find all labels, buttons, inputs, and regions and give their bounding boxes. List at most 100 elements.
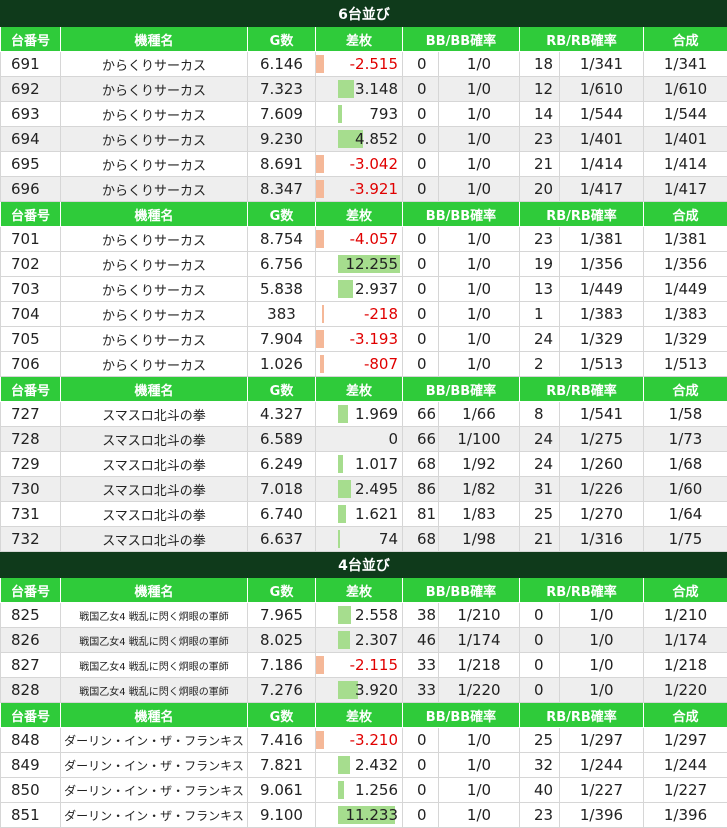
column-header: 機種名 bbox=[61, 202, 248, 227]
diff-medals-cell: -3.921 bbox=[316, 177, 403, 202]
bb-count-cell: 0 bbox=[403, 152, 439, 177]
diff-medals-cell: 793 bbox=[316, 102, 403, 127]
rb-count-cell: 21 bbox=[520, 152, 560, 177]
bb-probability-cell: 1/220 bbox=[439, 678, 520, 703]
game-count-cell: 7.276 bbox=[248, 678, 316, 703]
column-header: G数 bbox=[248, 27, 316, 52]
bb-probability-cell: 1/218 bbox=[439, 653, 520, 678]
column-header: 台番号 bbox=[1, 202, 61, 227]
combined-probability-cell: 1/64 bbox=[644, 502, 727, 527]
column-header: 差枚 bbox=[316, 703, 403, 728]
column-header: 機種名 bbox=[61, 578, 248, 603]
machine-number-cell: 825 bbox=[1, 603, 61, 628]
diff-value: -807 bbox=[364, 355, 398, 373]
machine-number-cell: 826 bbox=[1, 628, 61, 653]
diff-medals-cell: 12.255 bbox=[316, 252, 403, 277]
rb-probability-cell: 1/513 bbox=[560, 352, 644, 377]
column-header: 合成 bbox=[644, 578, 727, 603]
column-header-row: 台番号機種名G数差枚BB/BB確率RB/RB確率合成 bbox=[1, 703, 727, 728]
bb-count-cell: 0 bbox=[403, 177, 439, 202]
diff-value: -3.193 bbox=[350, 330, 398, 348]
rb-count-cell: 32 bbox=[520, 753, 560, 778]
rb-probability-cell: 1/260 bbox=[560, 452, 644, 477]
section-title-row: 6台並び bbox=[1, 1, 727, 27]
machine-number-cell: 694 bbox=[1, 127, 61, 152]
rb-count-cell: 23 bbox=[520, 803, 560, 828]
game-count-cell: 6.756 bbox=[248, 252, 316, 277]
game-count-cell: 7.323 bbox=[248, 77, 316, 102]
rb-probability-cell: 1/0 bbox=[560, 603, 644, 628]
table-row: 727スマスロ北斗の拳4.3271.969661/6681/5411/58 bbox=[1, 402, 727, 427]
table-row: 730スマスロ北斗の拳7.0182.495861/82311/2261/60 bbox=[1, 477, 727, 502]
rb-probability-cell: 1/270 bbox=[560, 502, 644, 527]
game-count-cell: 9.061 bbox=[248, 778, 316, 803]
diff-value: 793 bbox=[369, 105, 398, 123]
machine-name-cell: スマスロ北斗の拳 bbox=[61, 452, 248, 477]
rb-count-cell: 2 bbox=[520, 352, 560, 377]
rb-count-cell: 13 bbox=[520, 277, 560, 302]
bb-probability-cell: 1/0 bbox=[439, 327, 520, 352]
column-header: 合成 bbox=[644, 703, 727, 728]
table-row: 701からくりサーカス8.754-4.05701/0231/3811/381 bbox=[1, 227, 727, 252]
machine-name-cell: からくりサーカス bbox=[61, 77, 248, 102]
table-row: 729スマスロ北斗の拳6.2491.017681/92241/2601/68 bbox=[1, 452, 727, 477]
diff-medals-cell: 74 bbox=[316, 527, 403, 552]
machine-number-cell: 691 bbox=[1, 52, 61, 77]
diff-value: 0 bbox=[388, 430, 398, 448]
machine-name-cell: ダーリン・イン・ザ・フランキス bbox=[61, 803, 248, 828]
bb-count-cell: 0 bbox=[403, 227, 439, 252]
column-header: 台番号 bbox=[1, 703, 61, 728]
machine-number-cell: 849 bbox=[1, 753, 61, 778]
bb-probability-cell: 1/0 bbox=[439, 352, 520, 377]
rb-count-cell: 14 bbox=[520, 102, 560, 127]
bb-probability-cell: 1/66 bbox=[439, 402, 520, 427]
diff-value: 1.969 bbox=[355, 405, 398, 423]
machine-number-cell: 731 bbox=[1, 502, 61, 527]
column-header: RB/RB確率 bbox=[520, 202, 644, 227]
table-row: 691からくりサーカス6.146-2.51501/0181/3411/341 bbox=[1, 52, 727, 77]
game-count-cell: 7.609 bbox=[248, 102, 316, 127]
bb-probability-cell: 1/0 bbox=[439, 753, 520, 778]
diff-bar bbox=[338, 105, 342, 123]
rb-probability-cell: 1/0 bbox=[560, 628, 644, 653]
machine-name-cell: からくりサーカス bbox=[61, 327, 248, 352]
table-row: 728スマスロ北斗の拳6.5890661/100241/2751/73 bbox=[1, 427, 727, 452]
column-header: 合成 bbox=[644, 27, 727, 52]
combined-probability-cell: 1/417 bbox=[644, 177, 727, 202]
diff-medals-cell: -2.515 bbox=[316, 52, 403, 77]
diff-medals-cell: 1.017 bbox=[316, 452, 403, 477]
bb-count-cell: 86 bbox=[403, 477, 439, 502]
combined-probability-cell: 1/610 bbox=[644, 77, 727, 102]
game-count-cell: 7.904 bbox=[248, 327, 316, 352]
bb-probability-cell: 1/0 bbox=[439, 277, 520, 302]
bb-count-cell: 0 bbox=[403, 778, 439, 803]
diff-value: 2.558 bbox=[355, 606, 398, 624]
machine-number-cell: 696 bbox=[1, 177, 61, 202]
bb-probability-cell: 1/0 bbox=[439, 302, 520, 327]
rb-count-cell: 0 bbox=[520, 628, 560, 653]
rb-probability-cell: 1/401 bbox=[560, 127, 644, 152]
diff-bar bbox=[338, 455, 343, 473]
rb-count-cell: 23 bbox=[520, 127, 560, 152]
machine-number-cell: 693 bbox=[1, 102, 61, 127]
machine-name-cell: スマスロ北斗の拳 bbox=[61, 427, 248, 452]
combined-probability-cell: 1/449 bbox=[644, 277, 727, 302]
diff-bar bbox=[316, 180, 325, 198]
combined-probability-cell: 1/341 bbox=[644, 52, 727, 77]
diff-medals-cell: 4.852 bbox=[316, 127, 403, 152]
bb-count-cell: 0 bbox=[403, 127, 439, 152]
rb-probability-cell: 1/275 bbox=[560, 427, 644, 452]
machine-number-cell: 705 bbox=[1, 327, 61, 352]
machine-number-cell: 703 bbox=[1, 277, 61, 302]
diff-value: 1.256 bbox=[355, 781, 398, 799]
column-header: 台番号 bbox=[1, 27, 61, 52]
table-row: 705からくりサーカス7.904-3.19301/0241/3291/329 bbox=[1, 327, 727, 352]
game-count-cell: 7.965 bbox=[248, 603, 316, 628]
machine-name-cell: 戦国乙女4 戦乱に閃く炯眼の軍師 bbox=[61, 653, 248, 678]
bb-count-cell: 0 bbox=[403, 52, 439, 77]
column-header: G数 bbox=[248, 377, 316, 402]
machine-number-cell: 695 bbox=[1, 152, 61, 177]
bb-probability-cell: 1/92 bbox=[439, 452, 520, 477]
game-count-cell: 6.740 bbox=[248, 502, 316, 527]
machine-number-cell: 850 bbox=[1, 778, 61, 803]
